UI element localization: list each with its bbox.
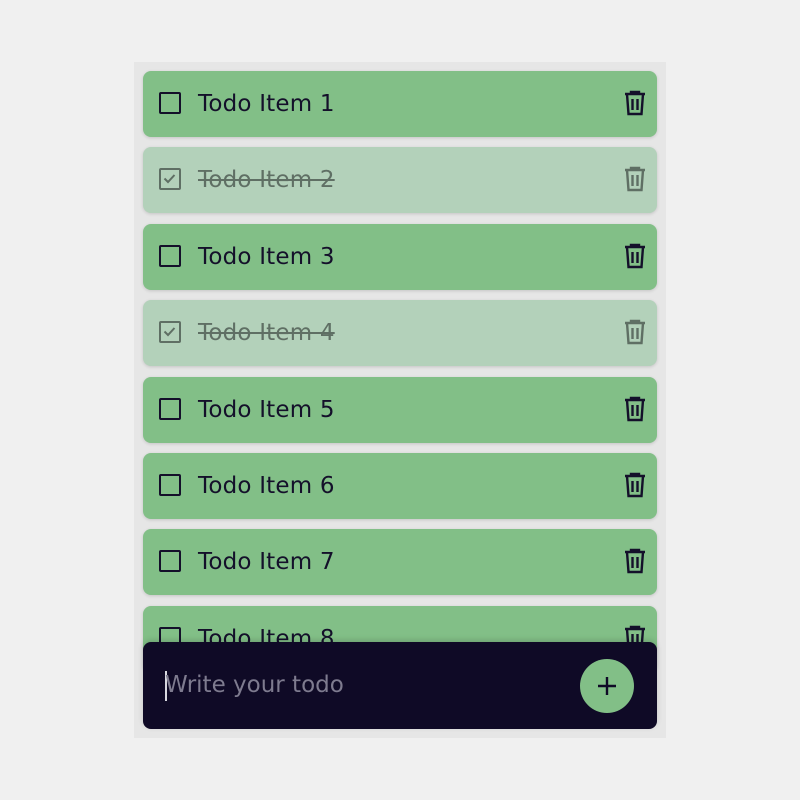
trash-icon[interactable]	[623, 90, 647, 116]
checkbox-icon[interactable]	[159, 397, 181, 420]
todo-item[interactable]: Todo Item 4	[143, 300, 657, 367]
todo-label: Todo Item 3	[198, 243, 335, 270]
checkbox-icon[interactable]	[159, 473, 181, 496]
todo-item[interactable]: Todo Item 7	[143, 529, 657, 596]
todo-app: Todo Item 1 Todo Item 2 Todo Item 3 Todo…	[134, 62, 666, 738]
todo-label: Todo Item 5	[198, 396, 335, 423]
checkbox-icon[interactable]	[159, 92, 181, 114]
checkbox-icon[interactable]	[159, 244, 181, 267]
todo-item[interactable]: Todo Item 6	[143, 452, 657, 519]
todo-item[interactable]: Todo Item 2	[143, 147, 657, 214]
todo-list: Todo Item 1 Todo Item 2 Todo Item 3 Todo…	[143, 71, 657, 682]
checkbox-icon[interactable]	[159, 168, 181, 191]
trash-icon[interactable]	[623, 472, 647, 498]
checkbox-icon[interactable]	[159, 321, 181, 344]
new-todo-bar: Write your todo	[143, 642, 657, 729]
todo-item[interactable]: Todo Item 1	[143, 71, 657, 137]
todo-label: Todo Item 2	[198, 167, 335, 194]
trash-icon[interactable]	[623, 548, 647, 574]
trash-icon[interactable]	[623, 243, 647, 269]
todo-label: Todo Item 1	[198, 91, 335, 117]
trash-icon[interactable]	[623, 396, 647, 422]
todo-input[interactable]: Write your todo	[165, 642, 565, 729]
add-todo-button[interactable]	[580, 659, 634, 713]
todo-label: Todo Item 4	[198, 320, 335, 347]
checkbox-icon[interactable]	[159, 550, 181, 573]
plus-icon	[598, 677, 616, 695]
trash-icon[interactable]	[623, 166, 647, 192]
todo-label: Todo Item 7	[198, 549, 335, 576]
trash-icon[interactable]	[623, 319, 647, 345]
todo-label: Todo Item 6	[198, 472, 335, 499]
todo-item[interactable]: Todo Item 5	[143, 376, 657, 443]
todo-item[interactable]: Todo Item 3	[143, 223, 657, 290]
